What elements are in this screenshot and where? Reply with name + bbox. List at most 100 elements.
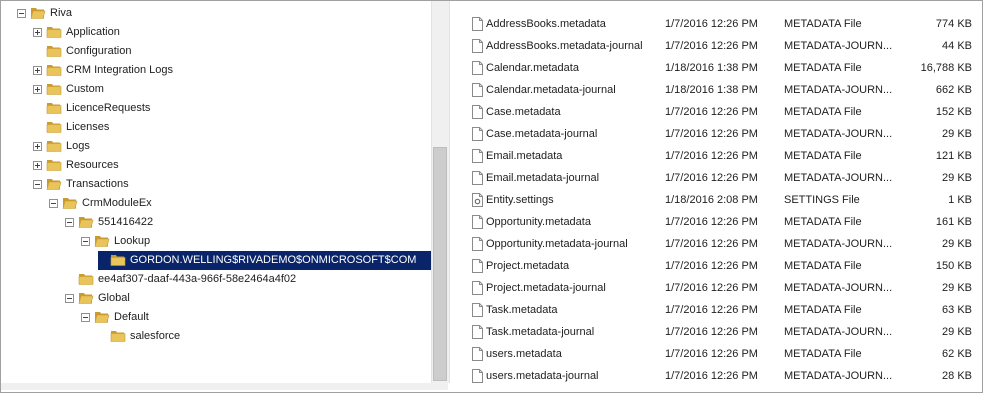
collapse-icon[interactable] — [65, 218, 74, 227]
collapse-icon[interactable] — [17, 9, 26, 18]
file-row[interactable]: Project.metadata 1/7/2016 12:26 PM METADAT… — [460, 255, 980, 277]
tree-node-label: Configuration — [66, 45, 132, 57]
file-date-modified: 1/7/2016 12:26 PM — [665, 106, 758, 118]
file-date-modified: 1/18/2016 1:38 PM — [665, 62, 758, 74]
file-row[interactable]: Opportunity.metadata 1/7/2016 12:26 PM MET… — [460, 211, 980, 233]
file-size: 28 KB — [942, 370, 972, 382]
collapse-icon[interactable] — [81, 313, 90, 322]
tree-node[interactable]: ee4af307-daaf-443a-966f-58e2464a4f02 — [1, 270, 431, 289]
file-name: Opportunity.metadata-journal — [486, 238, 628, 250]
file-icon — [472, 61, 483, 75]
file-name: Opportunity.metadata — [486, 216, 591, 228]
file-name: Entity.settings — [486, 194, 554, 206]
tree-node[interactable]: Resources — [1, 156, 431, 175]
file-date-modified: 1/7/2016 12:26 PM — [665, 348, 758, 360]
file-icon — [472, 347, 483, 361]
file-size: 662 KB — [935, 84, 972, 96]
file-type: METADATA-JOURN... — [784, 282, 893, 294]
file-icon — [472, 83, 483, 97]
collapse-icon[interactable] — [33, 180, 42, 189]
file-date-modified: 1/7/2016 12:26 PM — [665, 40, 758, 52]
file-row[interactable]: Calendar.metadata 1/18/2016 1:38 PM METADA… — [460, 57, 980, 79]
tree-node-label: Custom — [66, 83, 104, 95]
tree-node[interactable]: CRM Integration Logs — [1, 61, 431, 80]
tree-node[interactable]: Application — [1, 23, 431, 42]
file-name: users.metadata-journal — [486, 370, 599, 382]
tree-node-label: CRM Integration Logs — [66, 64, 173, 76]
file-row[interactable]: AddressBooks.metadata-journal 1/7/2016 12… — [460, 35, 980, 57]
scrollbar-thumb[interactable] — [433, 147, 447, 381]
expand-icon[interactable] — [33, 28, 42, 37]
tree-node[interactable]: Default — [1, 308, 431, 327]
file-name: Project.metadata-journal — [486, 282, 606, 294]
file-size: 63 KB — [942, 304, 972, 316]
file-row[interactable]: AddressBooks.metadata 1/7/2016 12:26 PM ME… — [460, 13, 980, 35]
tree-node[interactable]: 551416422 — [1, 213, 431, 232]
file-date-modified: 1/7/2016 12:26 PM — [665, 238, 758, 250]
folder-tree-pane[interactable]: Riva Application Configuration CRM Integrat… — [1, 1, 431, 390]
file-size: 29 KB — [942, 172, 972, 184]
file-icon — [472, 325, 483, 339]
file-name: Project.metadata — [486, 260, 570, 272]
file-row[interactable]: Task.metadata 1/7/2016 12:26 PM METADATA F… — [460, 299, 980, 321]
collapse-icon[interactable] — [49, 199, 58, 208]
tree-node[interactable]: Configuration — [1, 42, 431, 61]
file-type: METADATA File — [784, 106, 862, 118]
file-row[interactable]: users.metadata-journal 1/7/2016 12:26 PM M… — [460, 365, 980, 387]
file-row[interactable]: Case.metadata 1/7/2016 12:26 PM METADATA F… — [460, 101, 980, 123]
file-name: Email.metadata — [486, 150, 563, 162]
file-icon — [472, 127, 483, 141]
folder-icon — [46, 139, 62, 153]
tree-node[interactable]: Transactions — [1, 175, 431, 194]
tree-node[interactable]: Custom — [1, 80, 431, 99]
folder-open-icon — [78, 291, 94, 305]
tree-node[interactable]: Lookup — [1, 232, 431, 251]
file-type: METADATA File — [784, 216, 862, 228]
file-name: Calendar.metadata-journal — [486, 84, 616, 96]
tree-node[interactable]: Logs — [1, 137, 431, 156]
tree-node-label: GORDON.WELLING$RIVADEMO$ONMICROSOFT$COM — [130, 254, 417, 266]
folder-icon — [46, 63, 62, 77]
file-row[interactable]: Email.metadata-journal 1/7/2016 12:26 PM M… — [460, 167, 980, 189]
tree-node[interactable]: Global — [1, 289, 431, 308]
file-size: 29 KB — [942, 326, 972, 338]
file-date-modified: 1/7/2016 12:26 PM — [665, 172, 758, 184]
tree-node[interactable]: LicenceRequests — [1, 99, 431, 118]
file-row[interactable]: Entity.settings 1/18/2016 2:08 PM SETTINGS… — [460, 189, 980, 211]
file-size: 152 KB — [935, 106, 972, 118]
file-size: 62 KB — [942, 348, 972, 360]
file-type: METADATA File — [784, 18, 862, 30]
tree-node[interactable]: Licenses — [1, 118, 431, 137]
expand-icon[interactable] — [33, 85, 42, 94]
file-row[interactable]: Opportunity.metadata-journal 1/7/2016 12:… — [460, 233, 980, 255]
folder-open-icon — [62, 196, 78, 210]
file-date-modified: 1/7/2016 12:26 PM — [665, 304, 758, 316]
file-row[interactable]: Email.metadata 1/7/2016 12:26 PM METADATA … — [460, 145, 980, 167]
file-row[interactable]: Case.metadata-journal 1/7/2016 12:26 PM ME… — [460, 123, 980, 145]
collapse-icon[interactable] — [65, 294, 74, 303]
file-type: METADATA-JOURN... — [784, 326, 893, 338]
tree-vertical-scrollbar[interactable] — [431, 1, 450, 383]
folder-open-icon — [30, 6, 46, 20]
tree-node[interactable]: salesforce — [1, 327, 431, 346]
tree-node[interactable]: CrmModuleEx — [1, 194, 431, 213]
expand-icon[interactable] — [33, 142, 42, 151]
folder-icon — [110, 329, 126, 343]
file-row[interactable]: users.metadata 1/7/2016 12:26 PM METADATA … — [460, 343, 980, 365]
file-row[interactable]: Calendar.metadata-journal 1/18/2016 1:38 … — [460, 79, 980, 101]
tree-node[interactable]: Riva — [1, 4, 431, 23]
expand-icon[interactable] — [33, 66, 42, 75]
tree-horizontal-scrollbar[interactable] — [1, 383, 448, 390]
file-row[interactable]: Project.metadata-journal 1/7/2016 12:26 P… — [460, 277, 980, 299]
file-type: SETTINGS File — [784, 194, 860, 206]
file-row[interactable]: Task.metadata-journal 1/7/2016 12:26 PM ME… — [460, 321, 980, 343]
collapse-icon[interactable] — [81, 237, 90, 246]
expand-icon[interactable] — [33, 161, 42, 170]
file-name: Task.metadata-journal — [486, 326, 595, 338]
file-icon — [472, 237, 483, 251]
tree-node[interactable]: GORDON.WELLING$RIVADEMO$ONMICROSOFT$COM — [1, 251, 431, 270]
file-type: METADATA File — [784, 62, 862, 74]
file-size: 29 KB — [942, 282, 972, 294]
file-size: 29 KB — [942, 238, 972, 250]
file-icon — [472, 281, 483, 295]
